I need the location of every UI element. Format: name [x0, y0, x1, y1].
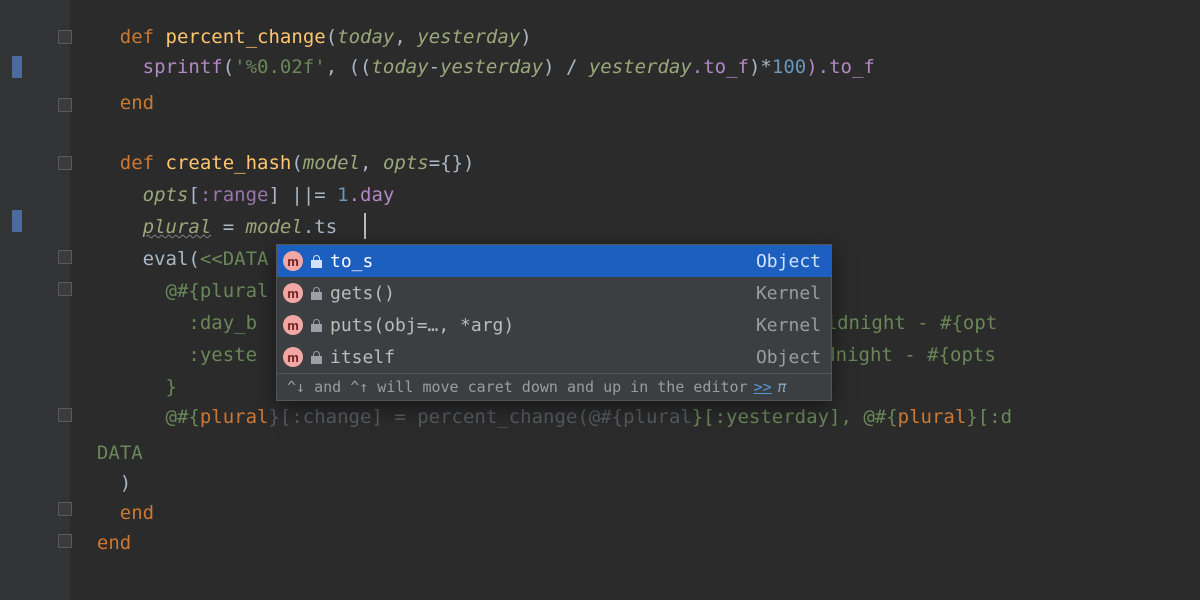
completion-type: Kernel	[756, 315, 821, 336]
code-line: @#{plural}[:change] = percent_change(@#{…	[70, 402, 1200, 432]
method-fragment: .ts	[303, 216, 337, 238]
method-badge-icon: m	[283, 315, 303, 335]
code-line: end	[70, 88, 1200, 118]
completion-label: to_s	[330, 251, 748, 272]
completion-hint: ^↓ and ^↑ will move caret down and up in…	[277, 373, 831, 400]
keyword-end: end	[120, 502, 154, 524]
code-line: )	[70, 468, 1200, 498]
keyword-end: end	[120, 92, 154, 114]
interp: plural	[200, 406, 269, 428]
code-line: def create_hash(model, opts={})	[70, 148, 1200, 178]
code-line: end	[70, 498, 1200, 528]
interp: plural	[623, 406, 692, 428]
identifier: plural	[143, 216, 212, 238]
completion-label: gets()	[330, 283, 748, 304]
completion-item[interactable]: m to_s Object	[277, 245, 831, 277]
operator: ||=	[291, 184, 337, 206]
code-line: end	[70, 528, 1200, 558]
heredoc-start: <<DATA	[200, 248, 269, 270]
code-editor[interactable]: def percent_change(today, yesterday) spr…	[0, 0, 1200, 600]
method-badge-icon: m	[283, 251, 303, 271]
heredoc-text: @#{	[74, 406, 200, 428]
identifier: yesterday	[440, 56, 543, 78]
breakpoint-marker[interactable]	[12, 56, 22, 78]
completion-label: puts(obj=…, *arg)	[330, 315, 748, 336]
keyword-end: end	[97, 532, 131, 554]
completion-label: itself	[330, 347, 748, 368]
keyword-def: def	[120, 152, 154, 174]
lock-icon	[311, 287, 322, 300]
method-badge-icon: m	[283, 283, 303, 303]
identifier: yesterday	[589, 56, 692, 78]
completion-item[interactable]: m gets() Kernel	[277, 277, 831, 309]
heredoc-text: }	[74, 376, 177, 398]
gutter	[0, 0, 70, 600]
param: opts	[383, 152, 429, 174]
method-call: .to_f	[692, 56, 749, 78]
number: 1	[337, 184, 348, 206]
breakpoint-marker[interactable]	[12, 210, 22, 232]
string: '%0.02f'	[234, 56, 326, 78]
heredoc-text: @#{plural	[74, 280, 268, 302]
code-line: DATA	[70, 438, 1200, 468]
symbol: :range	[200, 184, 269, 206]
number: 100	[772, 56, 806, 78]
completion-popup[interactable]: m to_s Object m gets() Kernel m puts(obj…	[276, 244, 832, 401]
keyword-def: def	[120, 26, 154, 48]
completion-type: Object	[756, 251, 821, 272]
completion-item[interactable]: m puts(obj=…, *arg) Kernel	[277, 309, 831, 341]
param: today	[337, 26, 394, 48]
operator: =	[211, 216, 245, 238]
method-badge-icon: m	[283, 347, 303, 367]
heredoc-text: }[:d	[966, 406, 1012, 428]
method-call: ).to_f	[806, 56, 875, 78]
heredoc-text: :yeste	[74, 344, 257, 366]
text-caret	[364, 213, 366, 239]
default-value: ={}	[429, 152, 463, 174]
heredoc-text: }[:change] = percent_change(@#{	[268, 406, 623, 428]
code-line: def percent_change(today, yesterday)	[70, 22, 1200, 52]
heredoc-end: DATA	[97, 442, 143, 464]
param: model	[303, 152, 360, 174]
lock-icon	[311, 319, 322, 332]
pi-icon: π	[778, 378, 787, 396]
hint-text: ^↓ and ^↑ will move caret down and up in…	[287, 378, 748, 396]
call: sprintf	[143, 56, 223, 78]
completion-type: Kernel	[756, 283, 821, 304]
identifier: model	[246, 216, 303, 238]
code-area[interactable]: def percent_change(today, yesterday) spr…	[70, 0, 1200, 600]
heredoc-text: :day_b	[74, 312, 257, 334]
identifier: opts	[143, 184, 189, 206]
completion-type: Object	[756, 347, 821, 368]
paren-close: )	[74, 472, 131, 494]
code-line: opts[:range] ||= 1.day	[70, 180, 1200, 210]
heredoc-text: }[:yesterday], @#{	[692, 406, 898, 428]
method-name: percent_change	[166, 26, 326, 48]
hint-link[interactable]: >>	[754, 378, 772, 396]
method-call: .day	[349, 184, 395, 206]
interp: plural	[898, 406, 967, 428]
completion-item[interactable]: m itself Object	[277, 341, 831, 373]
method-name: create_hash	[166, 152, 292, 174]
identifier: today	[371, 56, 428, 78]
lock-icon	[311, 351, 322, 364]
call: eval(	[143, 248, 200, 270]
code-line: sprintf('%0.02f', ((today-yesterday) / y…	[70, 52, 1200, 82]
lock-icon	[311, 255, 322, 268]
param: yesterday	[417, 26, 520, 48]
code-line: plural = model.ts	[70, 212, 1200, 242]
